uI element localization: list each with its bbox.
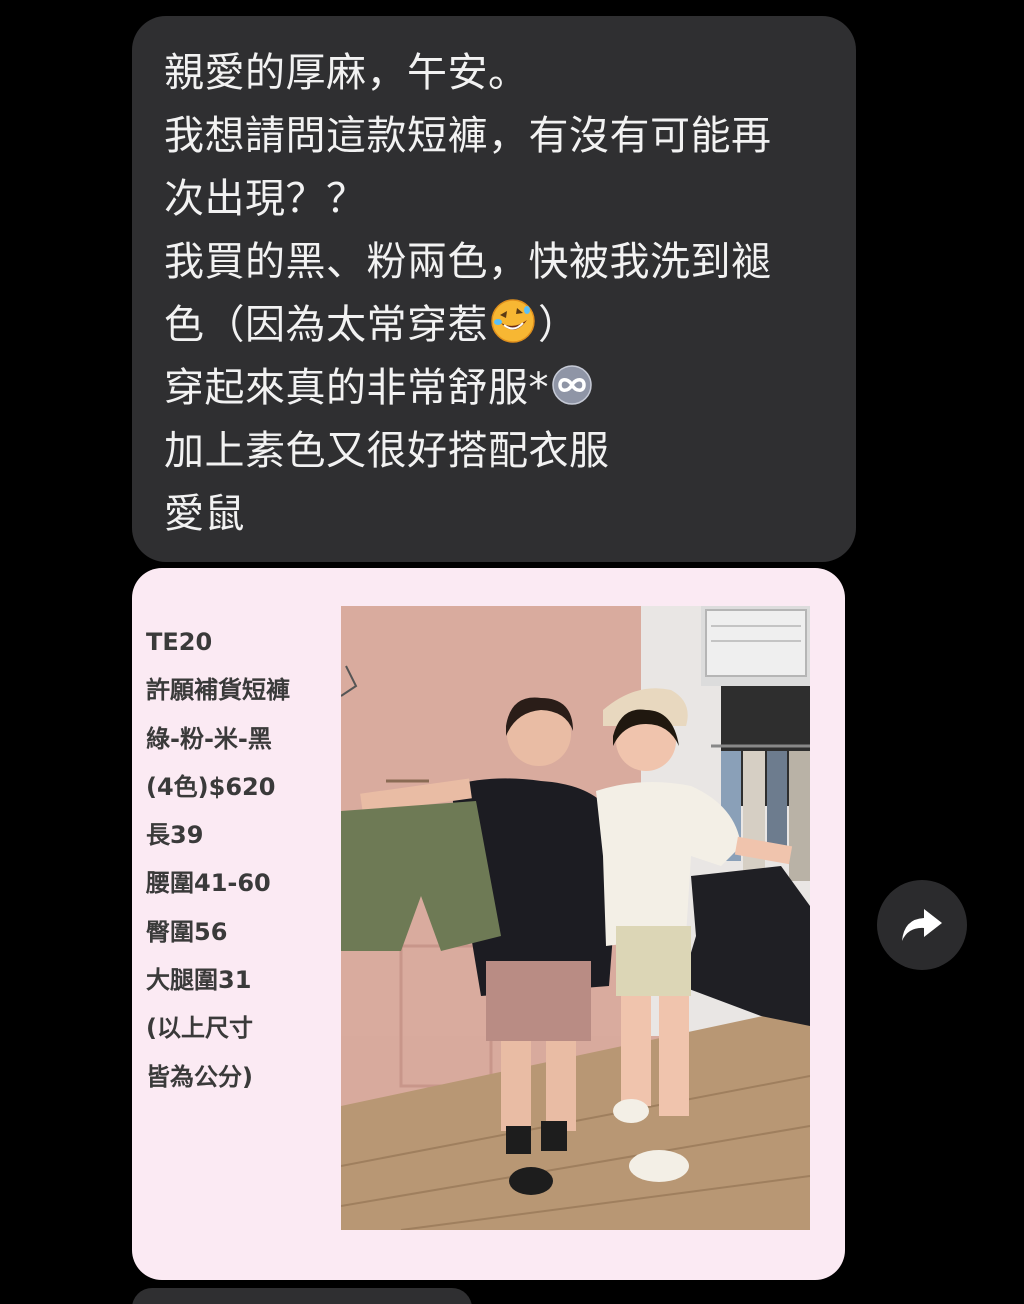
message-line: 親愛的厚麻，午安。 [164,50,529,96]
message-line: 愛鼠 [164,491,245,537]
product-spec-list: TE20 許願補貨短褲 綠-粉-米-黑 (4色)$620 長39 腰圍41-60… [146,618,336,1101]
product-photo-illustration [341,606,810,1230]
product-colors: 綠-粉-米-黑 [146,724,272,753]
message-text: 穿起來真的非常舒服* [164,365,549,411]
message-line: 加上素色又很好搭配衣服 [164,428,610,474]
chat-screen: 親愛的厚麻，午安。 我想請問這款短褲，有沒有可能再 次出現？？ 我買的黑、粉兩色… [0,0,1024,1304]
message-text: 色（因為太常穿惹 [164,302,488,348]
product-length: 長39 [146,821,204,850]
rolling-on-floor-laughing-icon [491,299,535,343]
message-line: 我想請問這款短褲，有沒有可能再 [164,113,772,159]
next-message-bubble[interactable] [132,1288,472,1304]
product-thigh: 大腿圍31 [146,966,252,995]
product-waist: 腰圍41-60 [146,869,271,898]
infinity-icon [552,365,592,405]
message-line: 次出現？？ [164,176,367,222]
forward-button[interactable] [877,880,967,970]
product-image-message[interactable]: TE20 許願補貨短褲 綠-粉-米-黑 (4色)$620 長39 腰圍41-60… [132,568,845,1280]
message-line-with-emoji: 穿起來真的非常舒服* [164,357,836,420]
product-price: (4色)$620 [146,772,276,801]
product-note: (以上尺寸 [146,1014,253,1043]
message-line-with-emoji: 色（因為太常穿惹 ） [164,294,836,357]
product-name: 許願補貨短褲 [146,676,290,705]
product-note: 皆為公分) [146,1062,253,1091]
message-line: 我買的黑、粉兩色，快被我洗到褪 [164,239,772,285]
message-text: ） [538,302,579,348]
share-arrow-icon [902,909,942,941]
product-photo [341,606,810,1230]
product-code: TE20 [146,628,213,656]
product-hip: 臀圍56 [146,917,228,946]
message-bubble[interactable]: 親愛的厚麻，午安。 我想請問這款短褲，有沒有可能再 次出現？？ 我買的黑、粉兩色… [132,16,856,562]
